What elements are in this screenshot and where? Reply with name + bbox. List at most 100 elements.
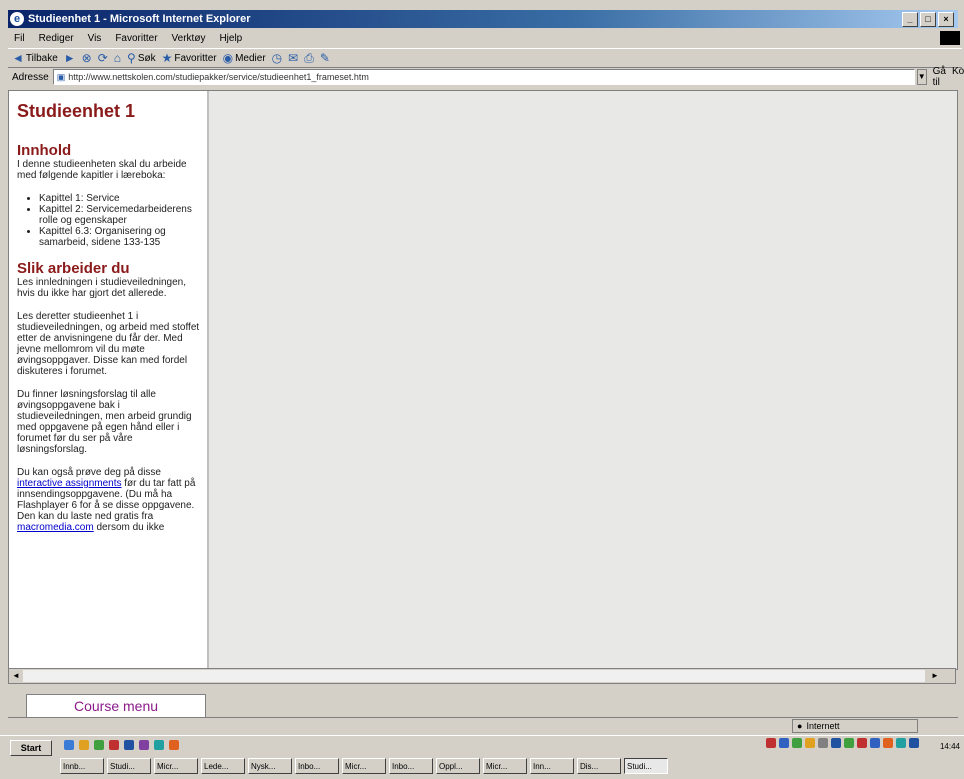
tray-icon[interactable] <box>909 738 919 748</box>
address-dropdown-button[interactable]: ▼ <box>916 69 927 85</box>
status-bar: ● Internett <box>8 717 958 734</box>
paragraph: Les deretter studieenhet 1 i studieveile… <box>17 311 200 377</box>
task-button[interactable]: Inbo... <box>389 758 433 774</box>
app-launch-icon[interactable] <box>139 740 149 750</box>
paragraph: Les innledningen i studieveiledningen, h… <box>17 277 187 299</box>
task-button[interactable]: Dis... <box>577 758 621 774</box>
task-button[interactable]: Studi... <box>107 758 151 774</box>
app-launch-icon[interactable] <box>154 740 164 750</box>
search-button[interactable]: ⚲ Søk <box>127 51 156 65</box>
task-button[interactable]: Nysk... <box>248 758 292 774</box>
tray-icon[interactable] <box>870 738 880 748</box>
edit-icon: ✎ <box>319 51 330 65</box>
task-button[interactable]: Innb... <box>60 758 104 774</box>
paragraph-text: Du kan også prøve deg på disse <box>17 467 161 478</box>
menu-file[interactable]: Fil <box>12 33 27 44</box>
search-label: Søk <box>137 52 156 64</box>
menu-bar: Fil Rediger Vis Favoritter Verktøy Hjelp <box>8 30 962 46</box>
minimize-button[interactable]: _ <box>902 12 918 27</box>
address-actions: Gå til Koblinger <box>933 66 964 88</box>
menu-tools[interactable]: Verktøy <box>170 33 208 44</box>
stop-button[interactable]: ⊗ <box>82 51 92 65</box>
address-bar: Adresse ▣ http://www.nettskolen.com/stud… <box>8 66 964 88</box>
vertical-scrollbar[interactable] <box>941 91 957 669</box>
tray-icon[interactable] <box>857 738 867 748</box>
macromedia-link[interactable]: macromedia.com <box>17 522 94 533</box>
favorites-button[interactable]: ★ Favoritter <box>162 51 217 65</box>
interactive-assignments-link[interactable]: interactive assignments <box>17 478 122 489</box>
close-button[interactable]: × <box>938 12 954 27</box>
start-button[interactable]: Start <box>10 740 52 756</box>
task-button-active[interactable]: Studi... <box>624 758 668 774</box>
stop-icon: ⊗ <box>81 51 92 65</box>
tray-icon[interactable] <box>779 738 789 748</box>
scroll-left-icon[interactable]: ◄ <box>10 670 22 682</box>
system-tray <box>762 738 964 776</box>
quick-launch <box>64 740 179 750</box>
media-button[interactable]: ◉ Medier <box>223 51 266 65</box>
app-launch-icon[interactable] <box>94 740 104 750</box>
task-button[interactable]: Lede... <box>201 758 245 774</box>
window-titlebar[interactable]: e Studieenhet 1 - Microsoft Internet Exp… <box>8 10 958 28</box>
internet-explorer-icon: e <box>10 12 24 26</box>
address-input[interactable]: ▣ http://www.nettskolen.com/studiepakker… <box>52 69 915 85</box>
tray-icon[interactable] <box>818 738 828 748</box>
task-button[interactable]: Oppl... <box>436 758 480 774</box>
mail-button[interactable]: ✉ <box>288 51 298 65</box>
history-button[interactable]: ◷ <box>272 51 282 65</box>
print-button[interactable]: ⎙ <box>304 51 314 66</box>
contents-intro: I denne studieenheten skal du arbeide me… <box>17 159 187 181</box>
media-label: Medier <box>235 52 266 64</box>
tray-icon[interactable] <box>896 738 906 748</box>
clock: 14:44 <box>939 742 960 751</box>
menu-favorites[interactable]: Favoritter <box>113 33 159 44</box>
back-label: Tilbake <box>25 52 58 64</box>
tray-icon[interactable] <box>844 738 854 748</box>
app-launch-icon[interactable] <box>169 740 179 750</box>
menu-view[interactable]: Vis <box>86 33 104 44</box>
window-controls: _ □ × <box>902 12 954 27</box>
task-button[interactable]: Inn... <box>530 758 574 774</box>
tray-icon[interactable] <box>883 738 893 748</box>
refresh-button[interactable]: ⟳ <box>98 51 108 65</box>
mail-icon: ✉ <box>288 51 299 65</box>
task-button[interactable]: Micr... <box>154 758 198 774</box>
contents-heading: Innhold <box>17 142 72 159</box>
browser-viewport: Studieenhet 1 Innhold I denne studieenhe… <box>8 90 958 670</box>
security-zone: ● Internett <box>792 719 918 733</box>
address-label: Adresse <box>12 71 49 83</box>
menu-help[interactable]: Hjelp <box>217 33 244 44</box>
scroll-track[interactable] <box>23 670 925 682</box>
globe-icon: ● <box>797 721 803 731</box>
horizontal-scrollbar[interactable]: ◄ ► <box>8 668 956 684</box>
home-button[interactable]: ⌂ <box>114 51 121 65</box>
menu-edit[interactable]: Rediger <box>37 33 76 44</box>
go-button[interactable]: Gå til <box>933 66 946 88</box>
ie-launch-icon[interactable] <box>64 740 74 750</box>
scroll-right-icon[interactable]: ► <box>929 670 941 682</box>
refresh-icon: ⟳ <box>97 51 108 65</box>
task-button[interactable]: Micr... <box>342 758 386 774</box>
tray-icon[interactable] <box>792 738 802 748</box>
tray-icon[interactable] <box>766 738 776 748</box>
task-button[interactable]: Inbo... <box>295 758 339 774</box>
back-button[interactable]: ◄ Tilbake <box>12 51 58 65</box>
tray-icon[interactable] <box>805 738 815 748</box>
course-menu-button[interactable]: Course menu <box>26 694 206 718</box>
forward-button[interactable]: ► <box>64 51 76 65</box>
links-button[interactable]: Koblinger <box>952 66 964 88</box>
favorites-label: Favoritter <box>174 52 217 64</box>
study-unit-frame: Studieenhet 1 Innhold I denne studieenhe… <box>9 91 209 669</box>
window-title: Studieenhet 1 - Microsoft Internet Explo… <box>28 13 251 25</box>
app-launch-icon[interactable] <box>124 740 134 750</box>
task-button[interactable]: Micr... <box>483 758 527 774</box>
maximize-button[interactable]: □ <box>920 12 936 27</box>
forward-arrow-icon: ► <box>63 51 76 65</box>
app-launch-icon[interactable] <box>109 740 119 750</box>
folder-launch-icon[interactable] <box>79 740 89 750</box>
edit-button[interactable]: ✎ <box>320 51 330 65</box>
tray-icon[interactable] <box>831 738 841 748</box>
taskbar: Start Innb... Studi... Micr... Lede... N… <box>0 735 964 779</box>
list-item: Kapittel 2: Servicemedarbeiderens rolle … <box>39 204 204 226</box>
media-icon: ◉ <box>222 51 234 65</box>
